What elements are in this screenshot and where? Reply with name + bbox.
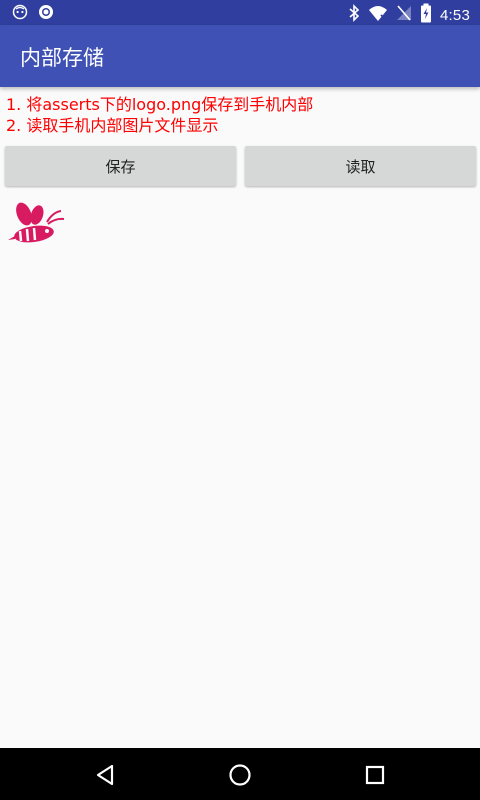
recents-icon[interactable] [362, 762, 388, 788]
instruction-line-1: 1. 将asserts下的logo.png保存到手机内部 [6, 95, 314, 114]
status-bar: 4:53 [0, 0, 480, 25]
wifi-icon [368, 4, 388, 26]
read-button[interactable]: 读取 [245, 146, 476, 186]
app-bar: 内部存储 [0, 25, 480, 87]
bluetooth-icon [348, 4, 360, 26]
page-title: 内部存储 [20, 46, 104, 70]
instruction-line-2: 2. 读取手机内部图片文件显示 [6, 116, 219, 135]
clock-time: 4:53 [440, 6, 470, 24]
save-button[interactable]: 保存 [5, 146, 236, 186]
navigation-bar [0, 748, 480, 800]
battery-charging-icon [420, 3, 432, 27]
no-signal-icon [396, 4, 412, 26]
back-icon[interactable] [93, 762, 119, 788]
bee-logo-icon [6, 198, 66, 250]
notification-face-icon [12, 4, 28, 24]
instructions-text: 1. 将asserts下的logo.png保存到手机内部 2. 读取手机内部图片… [6, 94, 313, 136]
circle-notification-icon [38, 4, 54, 24]
home-icon[interactable] [227, 762, 253, 788]
